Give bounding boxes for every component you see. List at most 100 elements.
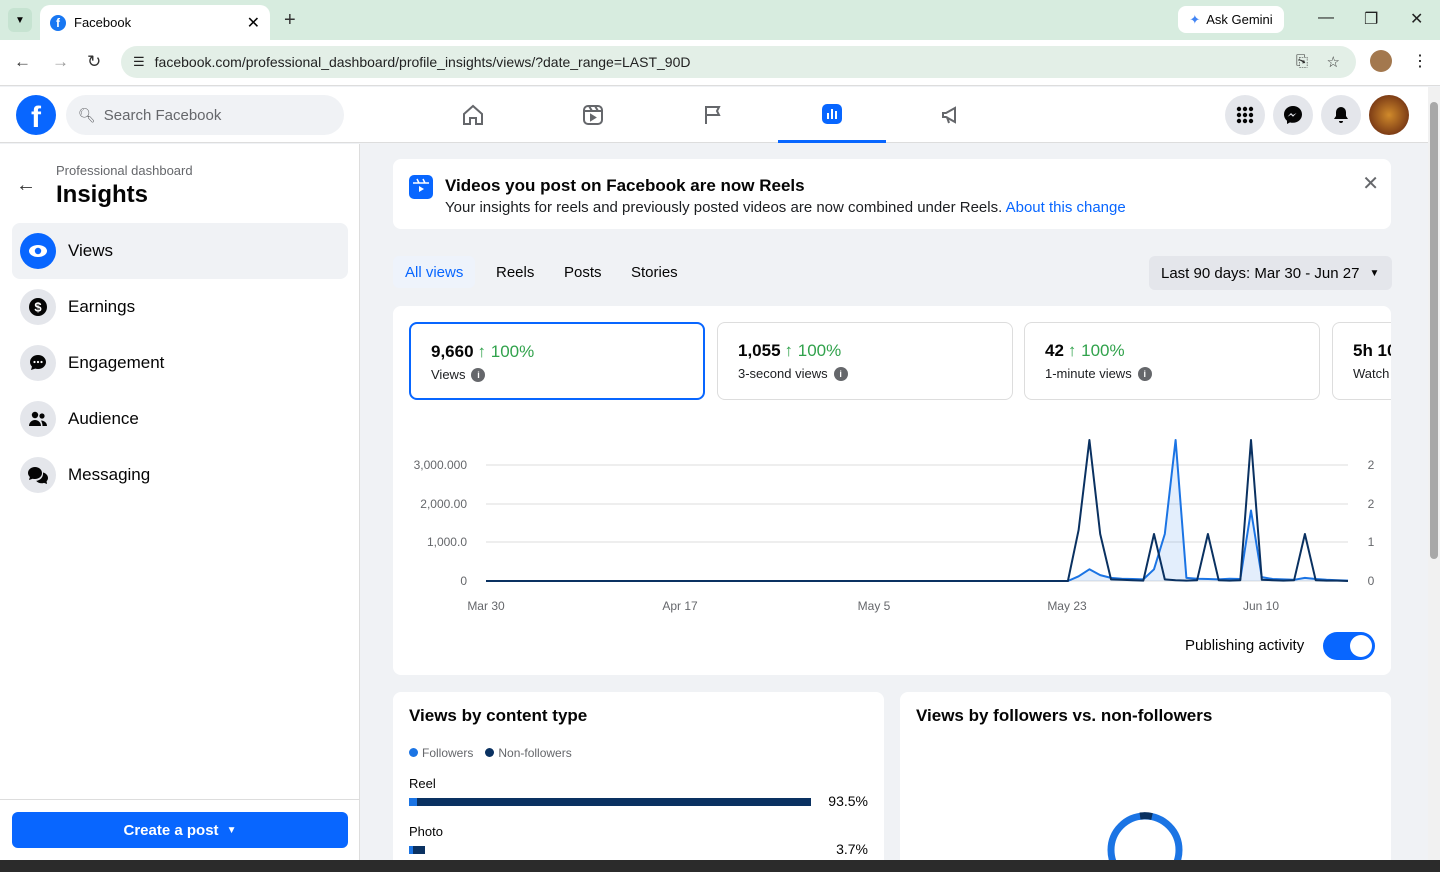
sidebar-item-views[interactable]: Views — [12, 223, 348, 279]
info-icon[interactable]: i — [471, 367, 486, 382]
sidebar-footer-divider — [0, 799, 359, 800]
reel-bar — [409, 798, 811, 806]
views-line-chart: 3,000.000 22,000.00 21,000.0 10 0Mar 30 Apr 1… — [414, 439, 1375, 613]
scrollbar-thumb[interactable] — [1430, 102, 1438, 559]
notifications-bell-icon[interactable] — [1321, 95, 1361, 135]
search-placeholder: Search Facebook — [103, 106, 222, 124]
legend-followers: Followers — [409, 746, 473, 760]
tab-all-views[interactable]: All views — [393, 256, 476, 288]
minimize-icon[interactable]: — — [1318, 9, 1334, 27]
sidebar-item-audience[interactable]: Audience — [12, 391, 348, 447]
about-this-change-link[interactable]: About this change — [1006, 199, 1126, 216]
metric-watch-time[interactable]: 5h 10 Watch — [1332, 322, 1391, 400]
search-input[interactable]: 🔍︎ Search Facebook — [66, 95, 344, 135]
svg-text:$: $ — [34, 300, 42, 315]
toggle-knob — [1350, 635, 1372, 657]
restore-icon[interactable]: ❐ — [1364, 9, 1378, 29]
facebook-logo[interactable]: f — [16, 95, 56, 135]
forward-icon[interactable]: → — [52, 52, 69, 72]
x-tick-label: May 5 — [858, 599, 891, 613]
views-by-followers-card: Views by followers vs. non-followers — [900, 692, 1391, 860]
legend-non-followers: Non-followers — [485, 746, 572, 760]
pages-flag-nav-icon[interactable] — [659, 87, 767, 143]
people-icon — [20, 401, 56, 437]
views-by-content-type-card: Views by content type Followers Non-foll… — [393, 692, 884, 860]
info-icon[interactable]: i — [1137, 366, 1152, 381]
content-type-label: Photo — [409, 824, 443, 839]
metric-label: Views i — [431, 367, 703, 382]
caret-down-icon: ▼ — [226, 824, 237, 836]
close-tab-icon[interactable]: ✕ — [247, 13, 260, 33]
back-arrow-icon[interactable]: ← — [16, 174, 36, 197]
card-title: Views by content type — [409, 706, 588, 725]
date-range-select[interactable]: Last 90 days: Mar 30 - Jun 27 ▼ — [1149, 256, 1392, 290]
series-line — [486, 439, 1349, 582]
back-icon[interactable]: ← — [14, 52, 31, 72]
banner-description: Your insights for reels and previously p… — [445, 199, 1126, 216]
views-overview-card: 9,660 ↑ 100% Views i 1,055 ↑ 100% 3-second … — [393, 306, 1391, 675]
menu-grid-icon[interactable] — [1225, 95, 1265, 135]
new-tab-icon[interactable]: + — [284, 9, 296, 32]
gemini-sparkle-icon: ✦ — [1189, 11, 1201, 27]
sidebar-item-messaging[interactable]: Messaging — [12, 447, 348, 503]
metric-1-minute-views[interactable]: 42 ↑ 100% 1-minute views i — [1024, 322, 1320, 400]
metric-label: 3-second views i — [738, 366, 1012, 381]
banner-title: Videos you post on Facebook are now Reel… — [445, 176, 805, 195]
close-window-icon[interactable]: ✕ — [1410, 9, 1423, 29]
insights-nav-icon[interactable] — [778, 87, 886, 143]
tab-search-button[interactable]: ▼ — [8, 8, 32, 32]
metric-label-text: 1-minute views — [1045, 366, 1132, 381]
x-tick-label: Jun 10 — [1243, 599, 1279, 613]
ads-megaphone-nav-icon[interactable] — [898, 87, 1006, 143]
metric-change: ↑ 100% — [1067, 341, 1125, 360]
metric-number: 1,055 — [738, 341, 781, 360]
publishing-activity-toggle[interactable] — [1323, 632, 1375, 660]
ask-gemini-button[interactable]: ✦ Ask Gemini — [1178, 6, 1284, 33]
reel-followers-segment — [409, 798, 418, 806]
facebook-header: f 🔍︎ Search Facebook — [0, 87, 1428, 143]
reload-icon[interactable]: ↻ — [87, 52, 101, 72]
tab-title: Facebook — [74, 15, 132, 30]
reel-non-followers-segment — [417, 798, 811, 806]
browser-profile-avatar[interactable] — [1370, 50, 1392, 72]
metric-3-second-views[interactable]: 1,055 ↑ 100% 3-second views i — [717, 322, 1013, 400]
content-type-value: 93.5% — [828, 793, 868, 809]
tab-posts[interactable]: Posts — [552, 256, 614, 288]
metric-label-text: 3-second views — [738, 366, 828, 381]
y-tick-label-right: 2 — [1368, 458, 1375, 472]
url-text: facebook.com/professional_dashboard/prof… — [154, 54, 691, 70]
messenger-icon[interactable] — [1273, 95, 1313, 135]
tab-reels[interactable]: Reels — [484, 256, 546, 288]
browser-tab[interactable]: f Facebook ✕ — [40, 5, 270, 40]
series-area — [486, 440, 1348, 581]
info-icon[interactable]: i — [833, 366, 848, 381]
photo-bar — [409, 846, 811, 854]
y-tick-label-right: 1 — [1368, 535, 1375, 549]
facebook-favicon: f — [50, 14, 66, 31]
page-scrollbar[interactable] — [1428, 87, 1440, 860]
ask-gemini-label: Ask Gemini — [1206, 12, 1273, 27]
messages-icon — [20, 457, 56, 493]
y-tick-label-left: 2,000.00 — [420, 497, 467, 511]
metric-number: 42 — [1045, 341, 1064, 360]
bookmark-star-icon[interactable]: ☆ — [1327, 53, 1340, 71]
close-banner-icon[interactable]: ✕ — [1362, 171, 1379, 196]
create-post-button[interactable]: Create a post ▼ — [12, 812, 348, 848]
tab-stories[interactable]: Stories — [619, 256, 690, 288]
account-avatar[interactable] — [1369, 95, 1409, 135]
dollar-icon: $ — [20, 289, 56, 325]
content-type-label: Reel — [409, 776, 436, 791]
address-bar[interactable]: ☰ facebook.com/professional_dashboard/pr… — [121, 46, 1356, 78]
browser-menu-icon[interactable]: ⋮ — [1412, 51, 1428, 71]
sidebar-item-earnings[interactable]: $ Earnings — [12, 279, 348, 335]
publishing-activity-label: Publishing activity — [1185, 637, 1305, 654]
browser-toolbar: ← → ↻ ☰ facebook.com/professional_dashbo… — [0, 40, 1440, 86]
home-nav-icon[interactable] — [419, 87, 527, 143]
metric-views[interactable]: 9,660 ↑ 100% Views i — [409, 322, 705, 400]
sidebar-item-engagement[interactable]: Engagement — [12, 335, 348, 391]
photo-non-followers-segment — [413, 846, 426, 854]
install-app-icon[interactable]: ⎘ — [1296, 53, 1308, 70]
search-icon: 🔍︎ — [78, 106, 96, 123]
site-settings-icon[interactable]: ☰ — [133, 54, 145, 70]
reels-nav-icon[interactable] — [539, 87, 647, 143]
